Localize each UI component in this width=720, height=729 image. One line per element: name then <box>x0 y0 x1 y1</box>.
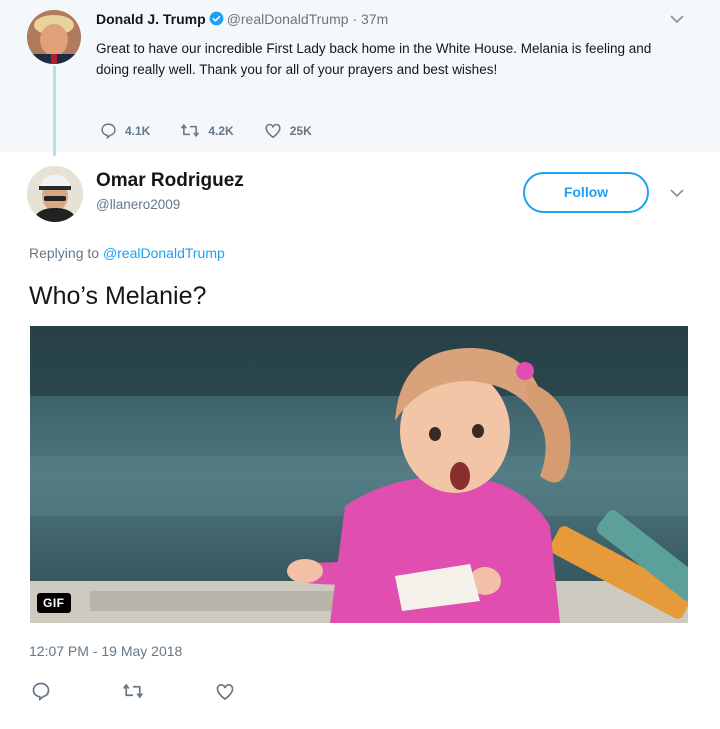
heart-icon <box>216 683 234 700</box>
retweet-icon <box>181 123 200 138</box>
chevron-down-icon[interactable] <box>670 189 684 198</box>
retweet-button[interactable] <box>122 680 144 702</box>
retweet-button[interactable]: 4.2K <box>180 122 234 139</box>
gif-thumbnail <box>30 326 688 623</box>
replying-prefix: Replying to <box>29 245 100 261</box>
verified-badge-icon <box>209 11 224 26</box>
tweet-text: Great to have our incredible First Lady … <box>96 41 652 77</box>
thread-connector-line <box>53 66 56 156</box>
reply-icon <box>32 682 50 701</box>
retweet-icon <box>123 683 143 699</box>
tweet-actions: 4.1K 4.2K 25K <box>100 122 342 139</box>
author-header: Donald J. Trump @realDonaldTrump · 37m <box>96 11 388 27</box>
reply-count: 4.1K <box>125 123 151 138</box>
gif-badge: GIF <box>37 593 71 613</box>
reply-author-name[interactable]: Omar Rodriguez <box>96 170 244 192</box>
reply-button[interactable]: 4.1K <box>100 122 150 139</box>
parent-tweet[interactable]: Donald J. Trump @realDonaldTrump · 37m Gr… <box>0 0 720 152</box>
gif-media[interactable]: GIF <box>30 326 688 623</box>
follow-button[interactable]: Follow <box>523 172 649 213</box>
reply-text: Who’s Melanie? <box>29 282 207 310</box>
tweet-time[interactable]: 37m <box>361 11 388 27</box>
reply-icon <box>101 123 116 139</box>
reply-tweet-actions <box>30 680 306 702</box>
author-name[interactable]: Donald J. Trump <box>96 11 206 27</box>
like-count: 25K <box>289 123 312 138</box>
reply-button[interactable] <box>30 680 52 702</box>
heart-icon <box>265 123 281 139</box>
replying-to-line: Replying to @realDonaldTrump <box>29 245 225 261</box>
separator-dot: · <box>352 11 358 27</box>
like-button[interactable]: 25K <box>264 122 312 139</box>
reply-author-avatar[interactable] <box>27 166 83 222</box>
author-avatar[interactable] <box>27 10 81 64</box>
replying-to-mention[interactable]: @realDonaldTrump <box>103 245 225 261</box>
reply-author-handle[interactable]: @llanero2009 <box>96 197 180 212</box>
like-button[interactable] <box>214 680 236 702</box>
tweet-timestamp[interactable]: 12:07 PM - 19 May 2018 <box>29 643 182 659</box>
retweet-count: 4.2K <box>208 123 234 138</box>
author-handle[interactable]: @realDonaldTrump <box>227 11 349 27</box>
chevron-down-icon[interactable] <box>670 15 684 24</box>
